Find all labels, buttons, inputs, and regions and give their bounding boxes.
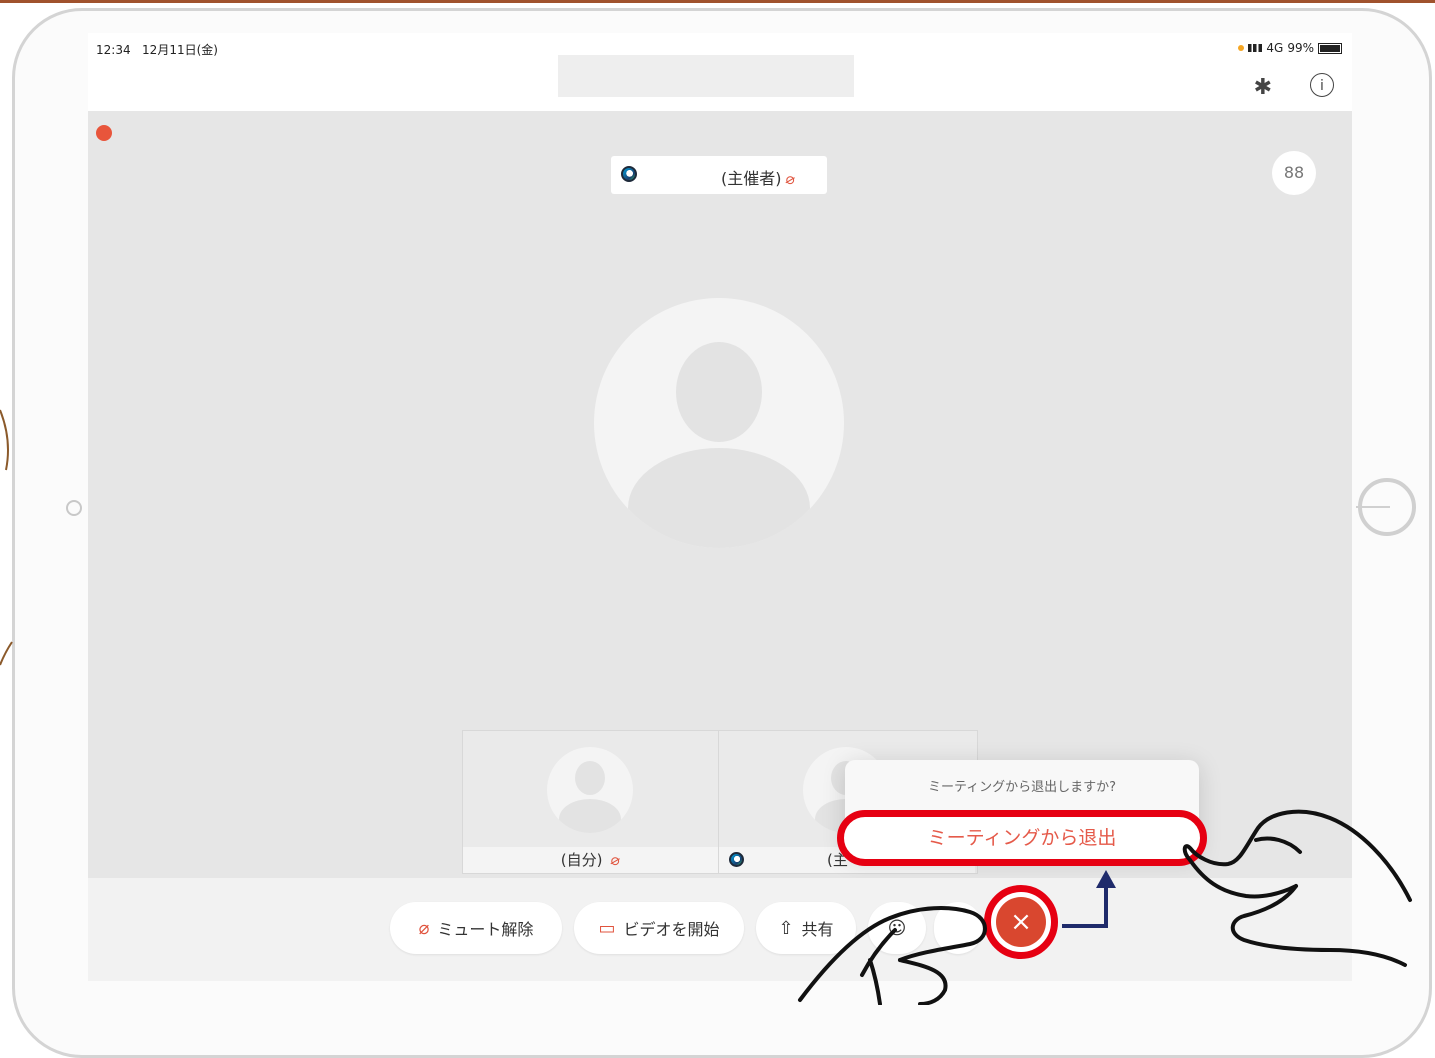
tablet-screen: 12:34 12月11日(金) 4G 99% ✱ i (主催者) ⌀ 88 (自… bbox=[88, 33, 1352, 981]
host-name-label: (主催者) ⌀ bbox=[721, 165, 797, 189]
avatar-head-shape bbox=[676, 342, 762, 442]
participants-button[interactable]: ☺ bbox=[868, 902, 926, 954]
avatar-body-shape bbox=[628, 448, 810, 548]
main-video-name-tag: (主催者) ⌀ bbox=[611, 156, 827, 194]
unmute-label: ミュート解除 bbox=[437, 920, 534, 939]
video-off-icon: ▭ bbox=[598, 917, 616, 939]
start-video-label: ビデオを開始 bbox=[623, 920, 720, 939]
avatar-head-shape bbox=[575, 761, 605, 795]
battery-percent: 99% bbox=[1287, 41, 1314, 55]
host-avatar-icon bbox=[729, 852, 744, 867]
more-button[interactable] bbox=[934, 902, 982, 954]
decorative-curve bbox=[0, 409, 9, 471]
close-icon: × bbox=[996, 897, 1046, 947]
participants-icon: ☺ bbox=[887, 917, 907, 939]
meeting-title-placeholder bbox=[558, 55, 854, 97]
battery-icon bbox=[1318, 42, 1342, 54]
date-text: 12月11日(金) bbox=[142, 43, 218, 57]
top-border-line bbox=[0, 0, 1435, 3]
share-icon: ⇧ bbox=[778, 917, 794, 939]
decorative-curve bbox=[0, 641, 13, 666]
avatar-body-shape bbox=[559, 799, 621, 833]
layout-switch-button[interactable]: 88 bbox=[1272, 151, 1316, 195]
status-indicators: 4G 99% bbox=[1238, 41, 1342, 55]
leave-meeting-label: ミーティングから退出 bbox=[927, 827, 1117, 849]
network-type: 4G bbox=[1266, 41, 1284, 55]
leave-meeting-button[interactable]: ミーティングから退出 bbox=[837, 810, 1207, 866]
share-button[interactable]: ⇧ 共有 bbox=[756, 902, 856, 954]
thumbnail-label: (自分) ⌀ bbox=[463, 847, 718, 873]
mic-off-icon: ⌀ bbox=[609, 850, 623, 870]
tablet-home-button[interactable] bbox=[1356, 478, 1416, 536]
status-time: 12:34 12月11日(金) bbox=[96, 41, 218, 58]
status-bar: 12:34 12月11日(金) 4G 99% ✱ i bbox=[88, 33, 1352, 111]
end-meeting-button[interactable]: × bbox=[984, 885, 1058, 959]
recording-indicator-icon bbox=[96, 125, 112, 141]
unmute-button[interactable]: ⌀ ミュート解除 bbox=[390, 902, 562, 954]
host-avatar-icon bbox=[621, 166, 637, 182]
leave-meeting-dialog: ミーティングから退出しますか? ミーティングから退出 bbox=[837, 760, 1207, 866]
thumbnail-avatar bbox=[547, 747, 633, 833]
thumbnail-self[interactable]: (自分) ⌀ bbox=[463, 731, 719, 873]
mic-off-icon: ⌀ bbox=[418, 917, 430, 939]
bluetooth-icon[interactable]: ✱ bbox=[1254, 75, 1272, 100]
grid-layout-icon: 88 bbox=[1283, 163, 1305, 182]
leave-question-text: ミーティングから退出しますか? bbox=[927, 780, 1117, 795]
meeting-toolbar: ⌀ ミュート解除 ▭ ビデオを開始 ⇧ 共有 ☺ bbox=[88, 878, 1352, 981]
thumbnail-label-text: (自分) bbox=[560, 851, 603, 869]
start-video-button[interactable]: ▭ ビデオを開始 bbox=[574, 902, 744, 954]
main-video-avatar bbox=[594, 298, 844, 548]
host-role-text: (主催者) bbox=[721, 169, 782, 188]
mic-off-icon: ⌀ bbox=[783, 169, 797, 189]
tablet-camera bbox=[66, 500, 82, 516]
share-label: 共有 bbox=[801, 920, 834, 939]
signal-icon bbox=[1248, 44, 1263, 52]
info-icon[interactable]: i bbox=[1310, 73, 1334, 97]
mic-active-dot bbox=[1238, 45, 1245, 51]
time-text: 12:34 bbox=[96, 43, 131, 57]
